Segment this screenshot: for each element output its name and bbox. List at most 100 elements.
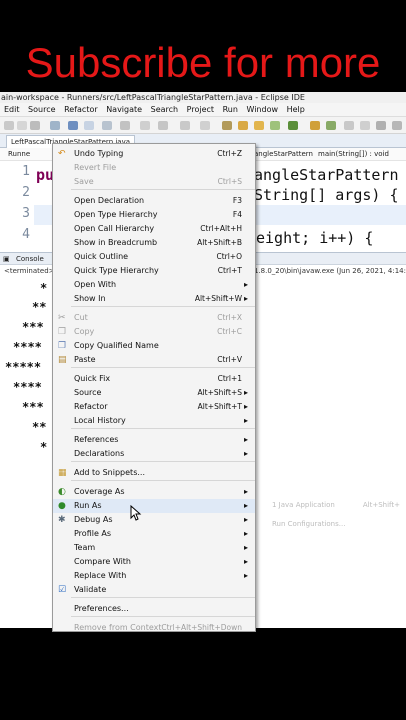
menu-item-validate[interactable]: ☑ Validate <box>53 583 255 597</box>
menu-item-refactor[interactable]: Refactor Alt+Shift+T ▸ <box>53 400 255 414</box>
open-type-icon[interactable] <box>270 121 280 130</box>
paste-icon: ▤ <box>58 355 67 365</box>
mark-occurrences-icon[interactable] <box>326 121 336 130</box>
next-annotation-icon[interactable] <box>376 121 386 130</box>
menu-item-shortcut: F3 <box>232 196 242 205</box>
menu-item-open-type-hierarchy[interactable]: Open Type Hierarchy F4 <box>53 208 255 222</box>
menu-item-open-with[interactable]: Open With ▸ <box>53 278 255 292</box>
menu-search[interactable]: Search <box>151 103 178 117</box>
menu-item-compare-with[interactable]: Compare With ▸ <box>53 555 255 569</box>
new-class-icon[interactable] <box>254 121 264 130</box>
menu-item-quick-fix[interactable]: Quick Fix Ctrl+1 <box>53 372 255 386</box>
run-icon: ● <box>58 501 66 511</box>
menu-navigate[interactable]: Navigate <box>106 103 142 117</box>
mouse-cursor-icon <box>130 505 142 521</box>
menu-item-quick-type-hierarchy[interactable]: Quick Type Hierarchy Ctrl+T <box>53 264 255 278</box>
submenu-arrow-icon: ▸ <box>243 402 248 411</box>
prev-annotation-icon[interactable] <box>392 121 402 130</box>
step-icon[interactable] <box>102 121 112 130</box>
run-toolbar-icon[interactable] <box>288 121 298 130</box>
menu-item-debug-as[interactable]: ✱ Debug As ▸ <box>53 513 255 527</box>
debug-toolbar-icon[interactable] <box>68 121 78 130</box>
menu-item-profile-as[interactable]: Profile As ▸ <box>53 527 255 541</box>
menu-item-shortcut: Ctrl+X <box>217 313 242 322</box>
skip-breakpoints-icon[interactable] <box>84 121 94 130</box>
terminate-icon[interactable] <box>158 121 168 130</box>
submenu-arrow-icon: ▸ <box>243 294 248 303</box>
menu-item-label: Refactor <box>74 402 108 411</box>
menu-item-open-call-hierarchy[interactable]: Open Call Hierarchy Ctrl+Alt+H <box>53 222 255 236</box>
breadcrumb-class[interactable]: angleStarPattern <box>254 148 313 161</box>
menu-window[interactable]: Window <box>246 103 278 117</box>
new-java-project-icon[interactable] <box>222 121 232 130</box>
menu-bar: Edit Source Refactor Navigate Search Pro… <box>0 103 406 117</box>
menu-item-shortcut: Ctrl+V <box>217 355 242 364</box>
new-icon[interactable] <box>4 121 14 130</box>
menu-item-open-declaration[interactable]: Open Declaration F3 <box>53 194 255 208</box>
menu-item-paste[interactable]: ▤ Paste Ctrl+V <box>53 353 255 367</box>
menu-item-add-to-snippets[interactable]: ▦ Add to Snippets... <box>53 466 255 480</box>
resume-icon[interactable] <box>120 121 130 130</box>
console-icon: ▣ <box>3 255 10 263</box>
menu-item-local-history[interactable]: Local History ▸ <box>53 414 255 428</box>
menu-item-label: Paste <box>74 355 96 364</box>
print-icon[interactable] <box>30 121 40 130</box>
pilcrow-icon[interactable] <box>360 121 370 130</box>
menu-project[interactable]: Project <box>187 103 214 117</box>
menu-run[interactable]: Run <box>223 103 238 117</box>
terminal-icon[interactable] <box>50 121 60 130</box>
menu-separator <box>71 306 255 307</box>
submenu-arrow-icon: ▸ <box>243 435 248 444</box>
menu-item-label: Quick Outline <box>74 252 129 261</box>
menu-item-shortcut: Ctrl+S <box>217 177 242 186</box>
code-line-1: angleStarPattern { <box>254 166 406 184</box>
main-toolbar <box>0 117 406 134</box>
submenu-java-application-label: 1 Java Application <box>272 501 335 509</box>
menu-item-source[interactable]: Source Alt+Shift+S ▸ <box>53 386 255 400</box>
disconnect-icon[interactable] <box>180 121 190 130</box>
breadcrumb-project[interactable]: Runne <box>8 148 30 161</box>
menu-item-undo-typing[interactable]: ↶ Undo Typing Ctrl+Z <box>53 147 255 161</box>
cut-icon: ✂ <box>58 313 66 323</box>
menu-separator <box>71 616 255 617</box>
breadcrumb-method[interactable]: main(String[]) : void <box>318 148 389 161</box>
menu-item-team[interactable]: Team ▸ <box>53 541 255 555</box>
output-line: *** <box>22 400 44 414</box>
menu-item-label: Save <box>74 177 94 186</box>
menu-item-coverage-as[interactable]: ◐ Coverage As ▸ <box>53 485 255 499</box>
submenu-java-application[interactable]: 1 Java Application Alt+Shift+ <box>252 495 406 515</box>
menu-item-remove-from-context: Remove from Context Ctrl+Alt+Shift+Down <box>53 621 255 632</box>
menu-item-shortcut: Ctrl+Alt+Shift+Down <box>161 623 242 632</box>
search-toolbar-icon[interactable] <box>310 121 320 130</box>
tab-console[interactable]: Console <box>16 253 44 265</box>
menu-item-run-as[interactable]: ● Run As ▸ <box>53 499 255 513</box>
menu-item-replace-with[interactable]: Replace With ▸ <box>53 569 255 583</box>
menu-item-preferences[interactable]: Preferences... <box>53 602 255 616</box>
menu-help[interactable]: Help <box>287 103 305 117</box>
submenu-run-configurations[interactable]: Run Configurations... <box>252 514 406 534</box>
menu-item-shortcut: Ctrl+C <box>217 327 242 336</box>
step-into-icon[interactable] <box>200 121 210 130</box>
menu-item-copy-qualified-name[interactable]: ❐ Copy Qualified Name <box>53 339 255 353</box>
submenu-java-application-shortcut: Alt+Shift+ <box>362 501 400 509</box>
suspend-icon[interactable] <box>140 121 150 130</box>
menu-item-show-in-breadcrumb[interactable]: Show in Breadcrumb Alt+Shift+B <box>53 236 255 250</box>
submenu-arrow-icon: ▸ <box>243 280 248 289</box>
menu-source[interactable]: Source <box>28 103 55 117</box>
menu-item-references[interactable]: References ▸ <box>53 433 255 447</box>
menu-item-label: Coverage As <box>74 487 125 496</box>
menu-item-show-in[interactable]: Show In Alt+Shift+W ▸ <box>53 292 255 306</box>
save-icon[interactable] <box>17 121 27 130</box>
submenu-run-configurations-label: Run Configurations... <box>272 520 346 528</box>
menu-item-quick-outline[interactable]: Quick Outline Ctrl+O <box>53 250 255 264</box>
menu-refactor[interactable]: Refactor <box>64 103 98 117</box>
menu-item-label: Open Type Hierarchy <box>74 210 158 219</box>
menu-separator <box>71 461 255 462</box>
menu-separator <box>71 480 255 481</box>
annotation-icon[interactable] <box>344 121 354 130</box>
menu-item-declarations[interactable]: Declarations ▸ <box>53 447 255 461</box>
context-menu: ↶ Undo Typing Ctrl+Z Revert File Save Ctrl+S O… <box>52 143 256 632</box>
output-line: **** <box>13 380 42 394</box>
new-package-icon[interactable] <box>238 121 248 130</box>
menu-edit[interactable]: Edit <box>4 103 20 117</box>
